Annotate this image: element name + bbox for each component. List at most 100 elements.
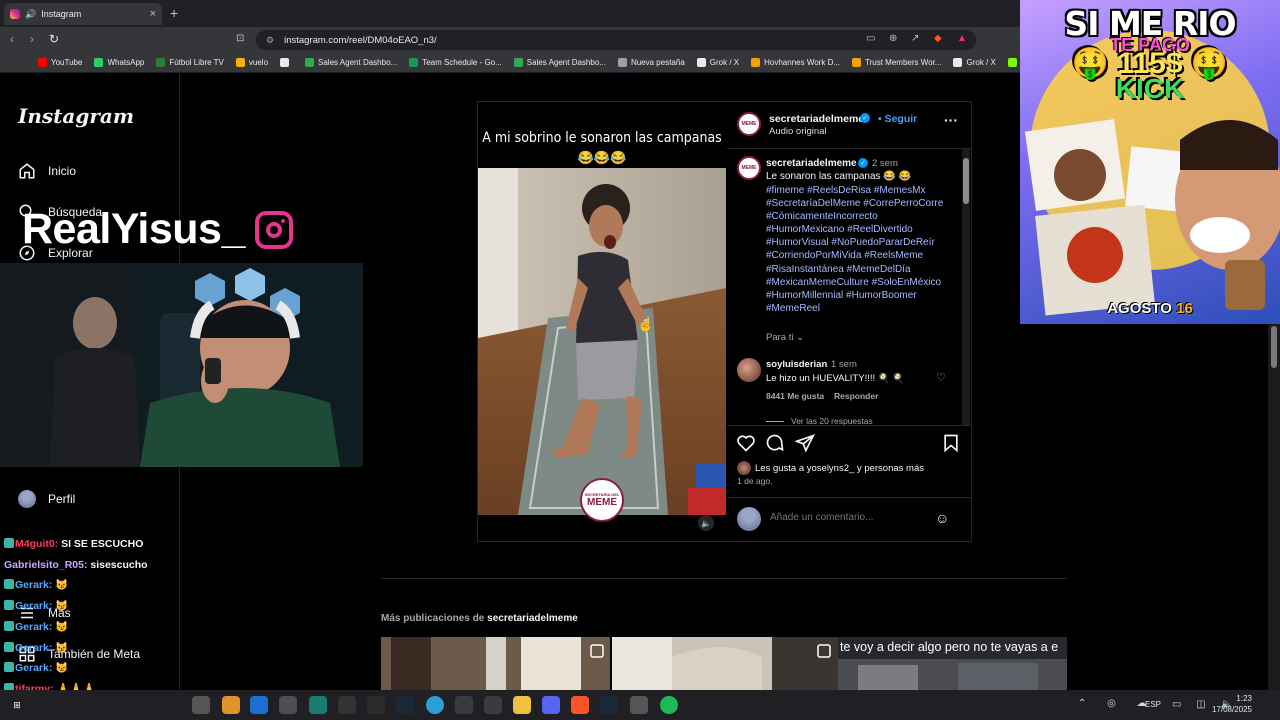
chat-username: Gerark: <box>15 620 53 633</box>
comment-likes[interactable]: 8441 Me gusta <box>766 391 824 401</box>
folder-icon[interactable] <box>513 696 531 714</box>
new-tab-button[interactable]: + <box>170 5 178 21</box>
bookmark-item[interactable]: YouTube <box>38 58 82 67</box>
telegram-icon[interactable] <box>426 696 444 714</box>
brave-icon[interactable] <box>571 696 589 714</box>
chat-text: 😼 <box>55 620 69 633</box>
author-avatar[interactable]: MEME <box>737 112 761 136</box>
thumbnail-date-month: AGOSTO <box>1107 300 1172 317</box>
bookmark-item[interactable]: Sales Agent Dashbo... <box>305 58 397 67</box>
reply-button[interactable]: Responder <box>834 391 878 401</box>
bookmark-item[interactable]: Nueva pestaña <box>617 58 685 67</box>
commenter-avatar[interactable] <box>737 358 761 382</box>
chat-username: Gerark: <box>15 579 53 592</box>
store-icon[interactable] <box>279 696 297 714</box>
brave-rewards-icon[interactable]: ▲ <box>957 33 967 44</box>
browser-tab[interactable]: 🔊 Instagram × <box>4 3 162 25</box>
comments-scrollbar-thumb[interactable] <box>963 158 969 204</box>
close-tab-icon[interactable]: × <box>150 8 156 20</box>
more-post-thumbnail[interactable] <box>612 637 838 690</box>
verified-icon: ✓ <box>858 158 868 168</box>
reload-icon[interactable]: ↻ <box>49 32 59 46</box>
save-icon[interactable] <box>941 433 961 453</box>
back-icon[interactable]: ‹ <box>10 32 14 46</box>
app-icon[interactable] <box>367 696 385 714</box>
bookmark-favicon-icon <box>953 58 963 67</box>
bookmark-label: WhatsApp <box>107 58 145 67</box>
comment-time: 1 sem <box>831 359 857 370</box>
bookmark-favicon-icon <box>751 58 761 67</box>
caption-author-avatar[interactable]: MEME <box>737 156 761 180</box>
bookmark-favicon-icon <box>38 58 47 67</box>
volume-icon[interactable]: 🔈 <box>698 515 714 531</box>
follow-button[interactable]: • Seguir <box>878 113 917 125</box>
share-icon[interactable] <box>795 433 815 453</box>
site-info-icon[interactable]: ⚙ <box>266 35 274 46</box>
chat-username: Gerark: <box>15 600 53 613</box>
page-scrollbar[interactable] <box>1268 324 1280 690</box>
comment-like-icon[interactable]: ♡ <box>936 371 946 384</box>
bookmark-item[interactable]: Trust Members Wor... <box>852 58 941 67</box>
caption-hashtags[interactable]: #fimeme #ReelsDeRisa #MemesMx #Secretarí… <box>766 184 952 315</box>
brave-shield-icon[interactable]: ◆ <box>934 33 942 44</box>
bookmark-item[interactable]: WhatsApp <box>94 58 144 67</box>
bookmark-item[interactable]: Team Schedule - Go... <box>409 58 502 67</box>
comment-icon[interactable] <box>765 433 785 453</box>
spotify-icon[interactable] <box>660 696 678 714</box>
bookmark-item[interactable]: vuelo <box>235 58 268 67</box>
steam-icon[interactable] <box>396 696 414 714</box>
obs-icon[interactable] <box>338 696 356 714</box>
emoji-icon[interactable]: ☺ <box>935 510 949 526</box>
profile-avatar <box>18 490 36 508</box>
app-icon[interactable] <box>484 696 502 714</box>
bookmark-item[interactable]: Hovhannes Work D... <box>751 58 840 67</box>
caption-username[interactable]: secretariadelmeme <box>766 158 857 169</box>
chat-text: 😼 <box>55 600 69 613</box>
liker-avatar <box>737 461 751 475</box>
bookmark-label: Fútbol Libre TV <box>169 58 224 67</box>
audio-link[interactable]: Audio original <box>769 126 827 137</box>
home-icon <box>19 163 35 179</box>
bookmark-item[interactable]: Grok / X <box>953 58 996 67</box>
settings-icon[interactable] <box>630 696 648 714</box>
video-frame[interactable] <box>478 168 726 515</box>
bookmark-label: Hovhannes Work D... <box>764 58 841 67</box>
liked-by[interactable]: Les gusta a yoselyns2_ y personas más <box>737 461 924 475</box>
edge-icon[interactable] <box>250 696 268 714</box>
instagram-logo[interactable]: Instagram <box>18 104 134 128</box>
page-scrollbar-thumb[interactable] <box>1271 326 1277 368</box>
bookmark-item[interactable] <box>280 58 293 67</box>
bookmark-page-icon[interactable]: ⊡ <box>236 33 244 44</box>
discord-icon[interactable] <box>542 696 560 714</box>
more-options-icon[interactable]: ··· <box>944 112 958 128</box>
share-icon[interactable]: ↗ <box>911 33 919 44</box>
zoom-icon[interactable]: ⊕ <box>889 33 897 44</box>
author-username[interactable]: secretariadelmeme <box>769 113 864 125</box>
app-icon[interactable] <box>222 696 240 714</box>
for-you-dropdown[interactable]: Para ti ⌄ <box>766 332 804 343</box>
bookmark-item[interactable]: Grok / X <box>696 58 739 67</box>
like-icon[interactable] <box>736 433 756 453</box>
steam-icon[interactable] <box>600 696 618 714</box>
bookmark-item[interactable]: Sales Agent Dashbo... <box>513 58 606 67</box>
bookmark-favicon-icon <box>1007 58 1017 67</box>
bookmark-item[interactable]: S <box>1007 58 1020 67</box>
taskview-icon[interactable] <box>192 696 210 714</box>
nav-profile[interactable]: Perfil <box>18 490 75 508</box>
clock[interactable]: 1:23 17/08/2025 <box>1208 693 1252 715</box>
comment-input[interactable] <box>770 512 930 523</box>
chat-username: Gerark: <box>15 662 53 675</box>
forward-icon[interactable]: › <box>30 32 34 46</box>
comment-username[interactable]: soyluisderian <box>766 359 827 370</box>
bookmark-item[interactable]: Fútbol Libre TV <box>156 58 224 67</box>
capcut-icon[interactable] <box>455 696 473 714</box>
more-post-thumbnail[interactable] <box>381 637 610 690</box>
app-icon[interactable] <box>309 696 327 714</box>
cast-icon[interactable]: ▭ <box>866 33 875 44</box>
start-icon[interactable]: ⊞ <box>8 696 26 714</box>
chat-message: Gerark: 😼 <box>4 617 244 638</box>
thumbnail-kick: KICK <box>1115 73 1185 104</box>
more-posts-username[interactable]: secretariadelmeme <box>487 613 578 624</box>
nav-home[interactable]: Inicio <box>18 162 76 180</box>
language-indicator[interactable]: ESP <box>1145 700 1161 709</box>
